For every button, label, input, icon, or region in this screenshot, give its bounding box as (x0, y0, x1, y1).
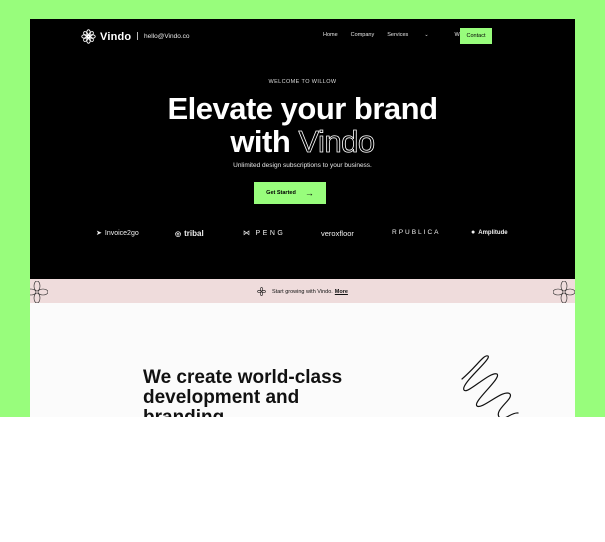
email-link[interactable]: hello@Vindo.co (137, 32, 190, 40)
brand-logo-amplitude: ● Amplitude (471, 229, 508, 236)
email-text: hello@Vindo.co (144, 32, 190, 40)
nav-menu: Home Company Services⌄ Works (323, 32, 483, 38)
hero-title-with: with (230, 124, 291, 159)
arrow-right-icon: → (304, 188, 314, 198)
get-started-button[interactable]: Get Started → (254, 182, 326, 204)
brand-logo-tribal: ◎ tribal (175, 229, 204, 238)
decorative-flower-left-icon (30, 281, 48, 303)
hero-title-line2: with Vindo (30, 124, 575, 159)
brand-logo-invoice2go: ➤ Invoice2go (96, 229, 139, 238)
nav-item-services[interactable]: Services ⌄ (387, 32, 441, 38)
announcement-banner: Start growing with Vindo. More (30, 279, 575, 303)
decorative-flower-right-icon (553, 281, 575, 303)
banner-more-link[interactable]: More (335, 289, 348, 295)
top-nav: Vindo hello@Vindo.co Home Company Servic… (30, 19, 575, 55)
hero-title-brand: Vindo (298, 124, 376, 159)
chevron-down-icon: ⌄ (424, 32, 429, 38)
contact-button[interactable]: Contact (460, 28, 492, 44)
brand-logos: ➤ Invoice2go ◎ tribal ⋈ PENG veroxfloor RPU… (30, 229, 575, 243)
logo-icon (81, 29, 96, 44)
nav-item-company[interactable]: Company (351, 32, 375, 38)
get-started-label: Get Started (266, 190, 296, 196)
logo[interactable]: Vindo (81, 29, 131, 44)
banner-text: Start growing with Vindo. (272, 288, 333, 295)
peng-mark-icon: ⋈ (243, 230, 253, 237)
brand-logo-republica: RPUBLICA (392, 229, 441, 236)
brand-name: veroxfloor (321, 229, 354, 238)
hero-eyebrow: WELCOME TO WILLOW (268, 79, 337, 85)
hero-section: Vindo hello@Vindo.co Home Company Servic… (30, 19, 575, 279)
globe-icon: ◎ (175, 230, 182, 238)
amplitude-icon: ● (471, 229, 476, 236)
nav-item-home[interactable]: Home (323, 32, 338, 38)
section-heading: We create world-class development and br… (143, 367, 343, 418)
logo-text: Vindo (100, 30, 132, 43)
divider (137, 32, 138, 40)
brand-name: tribal (184, 229, 204, 238)
paper-plane-icon: ➤ (96, 230, 102, 237)
brand-name: PENG (255, 229, 286, 237)
hero-subtitle: Unlimited design subscriptions to your b… (233, 162, 372, 169)
brand-logo-peng: ⋈ PENG (243, 229, 286, 238)
brand-name: Amplitude (478, 229, 508, 236)
website: Vindo hello@Vindo.co Home Company Servic… (30, 19, 575, 417)
brand-name: RPUBLICA (392, 229, 441, 236)
hero-title-line1: Elevate your brand (167, 91, 438, 126)
brand-name: Invoice2go (104, 229, 139, 237)
banner-content: Start growing with Vindo. More (30, 287, 575, 296)
flower-icon (257, 287, 266, 296)
brand-logo-veroxfloor: veroxfloor (321, 229, 354, 238)
browser-frame: Vindo hello@Vindo.co Home Company Servic… (0, 0, 605, 417)
nav-item-services-label: Services (387, 32, 409, 38)
squiggle-decoration-icon (461, 355, 519, 417)
